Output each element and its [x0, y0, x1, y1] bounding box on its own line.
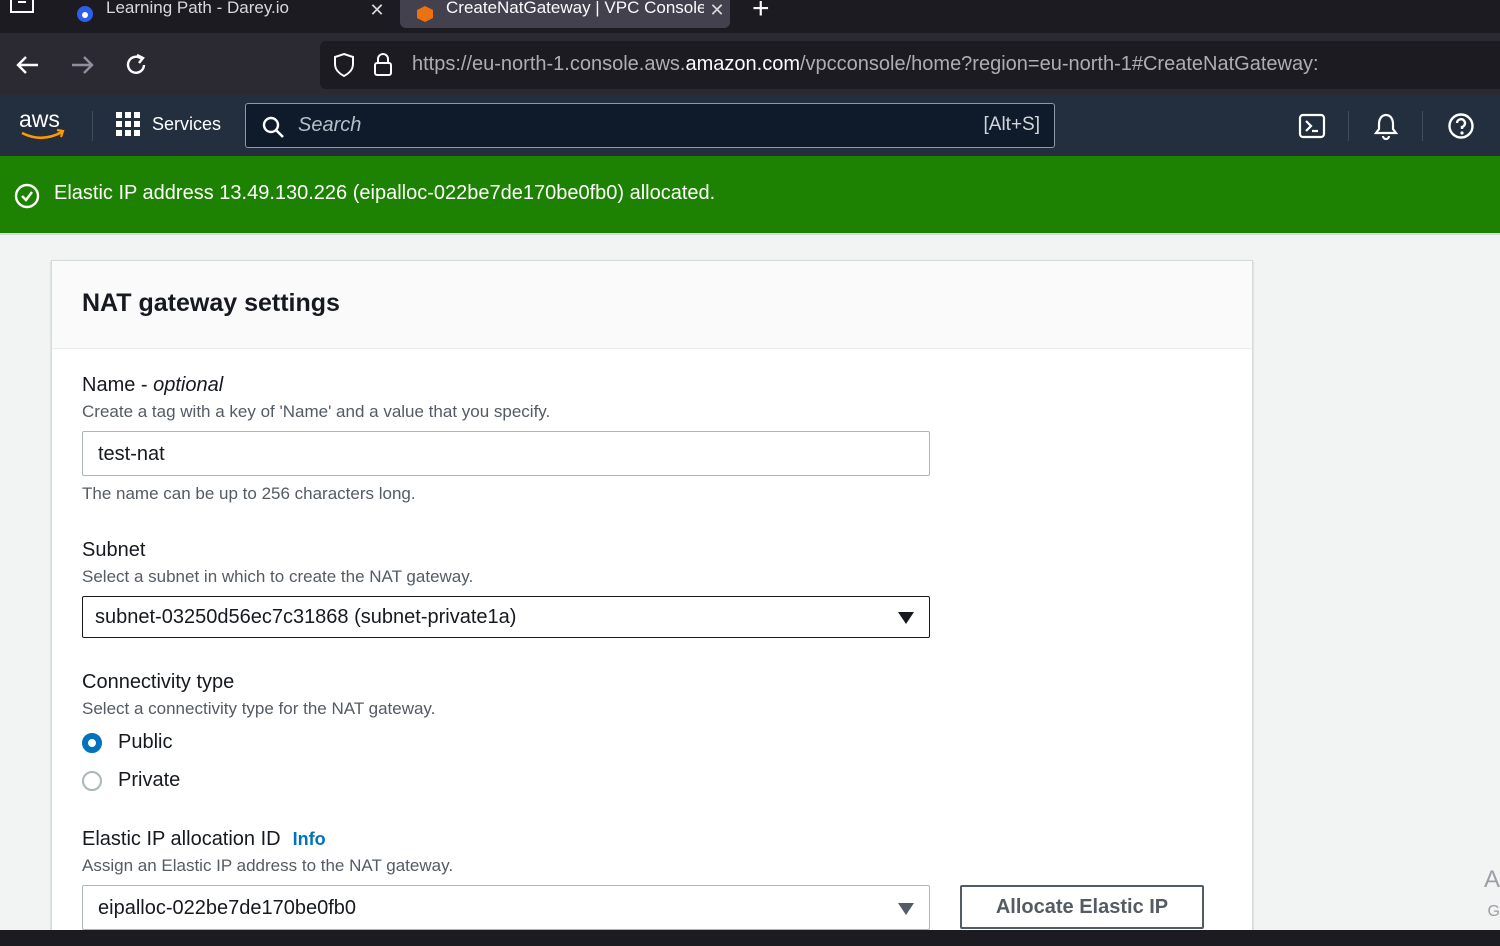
search-input[interactable]: Search [Alt+S] [245, 103, 1055, 148]
header-divider [1348, 111, 1349, 141]
connectivity-radio-private[interactable]: Private [82, 769, 180, 792]
success-flash-banner: Elastic IP address 13.49.130.226 (eipall… [0, 156, 1500, 233]
panel-title: NAT gateway settings [82, 289, 340, 317]
flash-divider [0, 233, 1500, 235]
aws-console-header: aws Services Search [Alt+S] [0, 95, 1500, 156]
name-input-value: test-nat [98, 443, 165, 465]
shield-icon[interactable] [332, 52, 356, 78]
forward-arrow-icon[interactable] [68, 51, 96, 79]
radio-label: Private [118, 769, 181, 791]
name-field-label: Name - optional [82, 374, 224, 396]
header-divider [92, 111, 93, 141]
info-link[interactable]: Info [293, 829, 326, 849]
darey-favicon-icon [77, 6, 93, 22]
browser-tab-create-nat-gateway[interactable]: CreateNatGateway | VPC Console ✕ [400, 0, 730, 28]
taskbar-edge [0, 930, 1500, 946]
name-field-description: Create a tag with a key of 'Name' and a … [82, 402, 551, 421]
close-tab-icon[interactable]: ✕ [364, 0, 390, 21]
allocate-elastic-ip-button[interactable]: Allocate Elastic IP [960, 885, 1204, 929]
activate-windows-watermark-sub: G [1487, 903, 1500, 920]
caret-down-icon [898, 903, 914, 915]
search-shortcut: [Alt+S] [983, 114, 1041, 135]
url-text: https://eu-north-1.console.aws.amazon.co… [412, 53, 1319, 75]
name-input[interactable]: test-nat [82, 431, 930, 476]
connectivity-type-description: Select a connectivity type for the NAT g… [82, 699, 436, 718]
nat-gateway-settings-panel: NAT gateway settings Name - optional Cre… [51, 260, 1253, 946]
services-menu-button[interactable]: Services [116, 112, 221, 136]
browser-tab-strip: Learning Path - Darey.io ✕ CreateNatGate… [0, 0, 1500, 33]
subnet-field-description: Select a subnet in which to create the N… [82, 567, 474, 586]
browser-nav-bar: https://eu-north-1.console.aws.amazon.co… [0, 33, 1500, 95]
connectivity-type-label: Connectivity type [82, 671, 235, 693]
radio-selected-icon[interactable] [82, 732, 102, 753]
new-tab-icon[interactable]: + [752, 0, 770, 26]
search-placeholder: Search [298, 114, 362, 136]
flash-message: Elastic IP address 13.49.130.226 (eipall… [54, 182, 716, 204]
reload-icon[interactable] [122, 51, 150, 79]
panel-header: NAT gateway settings [52, 261, 1252, 349]
bell-icon[interactable] [1372, 112, 1400, 140]
name-field-constraint: The name can be up to 256 characters lon… [82, 484, 416, 503]
tab-list-icon[interactable] [10, 0, 36, 14]
back-arrow-icon[interactable] [14, 51, 42, 79]
services-label: Services [152, 113, 222, 134]
subnet-field-label: Subnet [82, 539, 146, 561]
tab-title: Learning Path - Darey.io [106, 0, 290, 17]
aws-vpc-favicon-icon [417, 6, 433, 22]
header-divider [1422, 111, 1423, 141]
grid-menu-icon [116, 112, 140, 136]
close-tab-icon[interactable]: ✕ [704, 0, 730, 21]
elastic-ip-select[interactable]: eipalloc-022be7de170be0fb0 [82, 885, 930, 930]
url-bar[interactable]: https://eu-north-1.console.aws.amazon.co… [320, 41, 1500, 89]
browser-tab-learning-path[interactable]: Learning Path - Darey.io ✕ [60, 0, 390, 28]
connectivity-radio-public[interactable]: Public [82, 731, 172, 754]
check-circle-icon [14, 183, 40, 209]
lock-icon[interactable] [372, 52, 394, 78]
cloudshell-icon[interactable] [1298, 112, 1326, 140]
search-icon [262, 116, 284, 138]
radio-label: Public [118, 731, 173, 753]
subnet-select[interactable]: subnet-03250d56ec7c31868 (subnet-private… [82, 596, 930, 638]
help-icon[interactable] [1447, 112, 1475, 140]
elastic-ip-select-value: eipalloc-022be7de170be0fb0 [98, 897, 357, 919]
tab-title: CreateNatGateway | VPC Console [446, 0, 704, 17]
subnet-select-value: subnet-03250d56ec7c31868 (subnet-private… [95, 606, 517, 628]
svg-text:aws: aws [19, 106, 60, 132]
caret-down-icon [898, 612, 914, 624]
activate-windows-watermark: A [1483, 866, 1500, 893]
elastic-ip-field-description: Assign an Elastic IP address to the NAT … [82, 856, 454, 875]
aws-logo[interactable]: aws [18, 103, 68, 143]
elastic-ip-field-label: Elastic IP allocation ID Info [82, 828, 326, 850]
radio-unselected-icon[interactable] [82, 770, 102, 791]
